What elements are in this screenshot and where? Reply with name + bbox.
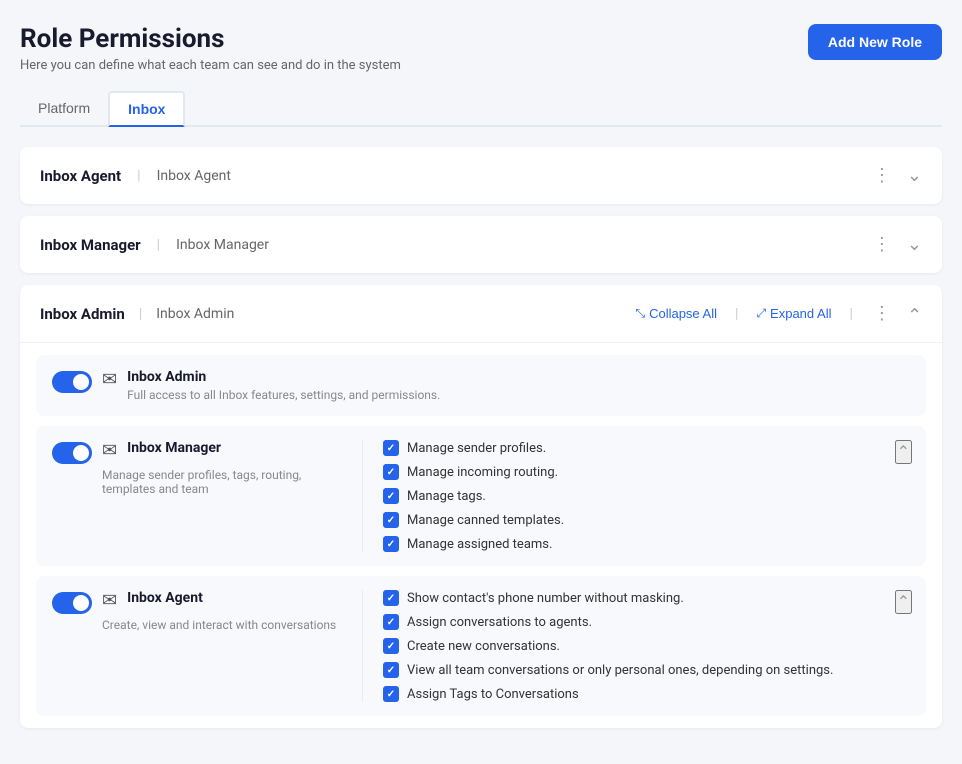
perm-label: Show contact's phone number without mask… <box>407 591 684 606</box>
perm-item: View all team conversations or only pers… <box>383 662 910 678</box>
inbox-manager-card-chevron[interactable]: ⌃ <box>895 440 912 464</box>
page-subtitle: Here you can define what each team can s… <box>20 58 401 73</box>
inbox-agent-card-icon: ✉ <box>102 590 117 611</box>
inbox-admin-card-title: Inbox Admin <box>127 369 910 385</box>
perm-item: Show contact's phone number without mask… <box>383 590 910 606</box>
perm-label: Manage assigned teams. <box>407 537 552 552</box>
inbox-agent-row-left: Inbox Agent | Inbox Agent <box>40 167 231 185</box>
permission-cards-container: ✉ Inbox Admin Full access to all Inbox f… <box>20 343 942 728</box>
inbox-manager-card-header: ✉ Inbox Manager <box>52 440 352 464</box>
perm-checkbox[interactable] <box>383 638 399 654</box>
inbox-agent-perms-list: Show contact's phone number without mask… <box>383 590 910 702</box>
add-new-role-button[interactable]: Add New Role <box>808 24 942 60</box>
inbox-manager-card-desc: Manage sender profiles, tags, routing, t… <box>102 468 352 496</box>
inbox-agent-row: Inbox Agent | Inbox Agent ⋮ ⌄ <box>20 147 942 204</box>
perm-checkbox[interactable] <box>383 488 399 504</box>
inbox-manager-more-button[interactable]: ⋮ <box>867 232 897 257</box>
perm-card-admin-header: ✉ Inbox Admin Full access to all Inbox f… <box>52 369 910 402</box>
tabs-container: Platform Inbox <box>20 91 942 127</box>
header-left: Role Permissions Here you can define wha… <box>20 24 401 73</box>
perm-item: Manage incoming routing. <box>383 464 910 480</box>
inbox-admin-label: Inbox Admin <box>156 306 234 322</box>
expand-all-button[interactable]: ⤢ Expand All <box>752 304 835 323</box>
inbox-admin-header-left: Inbox Admin | Inbox Admin <box>40 305 234 323</box>
inbox-manager-chevron-icon[interactable]: ⌄ <box>907 234 922 255</box>
collapse-all-label: Collapse All <box>649 306 717 321</box>
inbox-manager-row: Inbox Manager | Inbox Manager ⋮ ⌄ <box>20 216 942 273</box>
inbox-admin-section: Inbox Admin | Inbox Admin ⤡ Collapse All… <box>20 285 942 728</box>
page-title: Role Permissions <box>20 24 401 54</box>
inbox-manager-name: Inbox Manager <box>40 236 141 254</box>
page-header: Role Permissions Here you can define wha… <box>20 24 942 73</box>
perm-item: Create new conversations. <box>383 638 910 654</box>
inbox-agent-card-chevron[interactable]: ⌃ <box>895 590 912 614</box>
inbox-agent-more-button[interactable]: ⋮ <box>867 163 897 188</box>
inbox-agent-card-title: Inbox Agent <box>127 590 352 606</box>
page-container: Role Permissions Here you can define wha… <box>0 0 962 764</box>
inbox-manager-toggle[interactable] <box>52 442 92 464</box>
inbox-agent-name: Inbox Agent <box>40 167 121 185</box>
inbox-manager-label: Inbox Manager <box>176 237 269 253</box>
inbox-admin-header-right: ⤡ Collapse All | ⤢ Expand All | ⋮ ⌄ <box>631 301 922 326</box>
inbox-manager-row-right: ⋮ ⌄ <box>867 232 922 257</box>
inbox-agent-card-header: ✉ Inbox Agent <box>52 590 352 614</box>
tab-inbox[interactable]: Inbox <box>108 91 185 127</box>
perm-checkbox[interactable] <box>383 686 399 702</box>
perm-label: Manage sender profiles. <box>407 441 546 456</box>
inbox-admin-card-desc: Full access to all Inbox features, setti… <box>127 388 910 402</box>
inbox-agent-row-right: ⋮ ⌄ <box>867 163 922 188</box>
perm-card-inbox-manager: ⌃ ✉ Inbox Manager Manage sender profiles… <box>36 426 926 566</box>
inbox-agent-chevron-icon[interactable]: ⌄ <box>907 165 922 186</box>
perm-checkbox[interactable] <box>383 464 399 480</box>
perm-item: Assign conversations to agents. <box>383 614 910 630</box>
inbox-manager-card-title: Inbox Manager <box>127 440 352 456</box>
perm-label: Manage incoming routing. <box>407 465 558 480</box>
perm-checkbox[interactable] <box>383 440 399 456</box>
perm-checkbox[interactable] <box>383 536 399 552</box>
perm-checkbox[interactable] <box>383 614 399 630</box>
collapse-all-button[interactable]: ⤡ Collapse All <box>631 304 721 323</box>
inbox-admin-chevron-icon[interactable]: ⌄ <box>907 303 922 324</box>
perm-checkbox[interactable] <box>383 512 399 528</box>
collapse-icon: ⤡ <box>635 306 645 321</box>
perm-label: Assign Tags to Conversations <box>407 687 579 702</box>
inbox-manager-row-left: Inbox Manager | Inbox Manager <box>40 236 269 254</box>
perm-item: Manage canned templates. <box>383 512 910 528</box>
perm-label: Manage tags. <box>407 489 486 504</box>
perm-item: Manage assigned teams. <box>383 536 910 552</box>
perm-label: Assign conversations to agents. <box>407 615 592 630</box>
inbox-admin-section-header: Inbox Admin | Inbox Admin ⤡ Collapse All… <box>20 285 942 343</box>
perm-label: Create new conversations. <box>407 639 560 654</box>
inbox-manager-card-icon: ✉ <box>102 440 117 461</box>
inbox-manager-perms-list: Manage sender profiles. Manage incoming … <box>383 440 910 552</box>
inbox-admin-toggle[interactable] <box>52 371 92 393</box>
expand-icon: ⤢ <box>756 306 766 321</box>
perm-card-inbox-agent: ⌃ ✉ Inbox Agent Create, view and interac… <box>36 576 926 716</box>
tab-platform[interactable]: Platform <box>20 91 108 127</box>
perm-checkbox[interactable] <box>383 662 399 678</box>
perm-checkbox[interactable] <box>383 590 399 606</box>
perm-label: View all team conversations or only pers… <box>407 663 833 678</box>
perm-item: Manage sender profiles. <box>383 440 910 456</box>
inbox-admin-card-icon: ✉ <box>102 369 117 390</box>
inbox-admin-name: Inbox Admin <box>40 305 125 323</box>
perm-card-inbox-admin: ✉ Inbox Admin Full access to all Inbox f… <box>36 355 926 416</box>
inbox-agent-label: Inbox Agent <box>157 168 231 184</box>
perm-item: Manage tags. <box>383 488 910 504</box>
expand-all-label: Expand All <box>770 306 831 321</box>
perm-label: Manage canned templates. <box>407 513 564 528</box>
inbox-agent-toggle[interactable] <box>52 592 92 614</box>
inbox-agent-card-desc: Create, view and interact with conversat… <box>102 618 352 632</box>
perm-item: Assign Tags to Conversations <box>383 686 910 702</box>
inbox-admin-more-button[interactable]: ⋮ <box>867 301 897 326</box>
